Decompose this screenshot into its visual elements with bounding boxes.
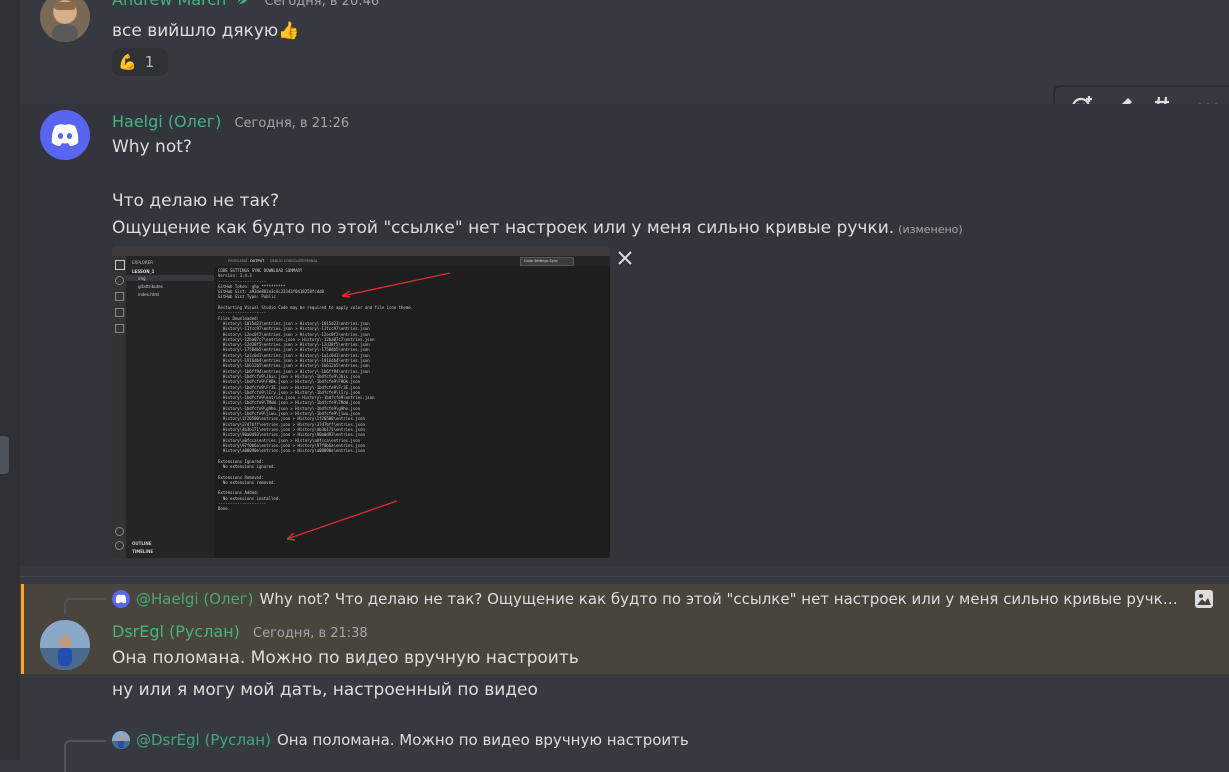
author-name[interactable]: Haelgi (Олег) xyxy=(112,112,221,131)
message-line: Ощущение как будто по этой "ссылке" нет … xyxy=(112,218,895,238)
reply-text: Why not? Что делаю не так? Ощущение как … xyxy=(259,590,1178,608)
author-name[interactable]: DsrEgl (Руслан) xyxy=(112,622,240,641)
divider xyxy=(20,576,1229,577)
reply-spine xyxy=(64,740,106,772)
leaf-icon xyxy=(235,0,251,11)
discord-logo-icon xyxy=(51,124,79,146)
image-attachment[interactable]: EXPLORER LESSON_1 img gitattributes inde… xyxy=(112,246,610,558)
message-line: Что делаю не так? xyxy=(112,191,280,211)
timestamp: Сегодня, в 20:46 xyxy=(264,0,380,9)
reply-reference[interactable]: @DsrEgl (Руслан) Она поломана. Можно по … xyxy=(112,731,689,749)
reaction-chip[interactable]: 💪 1 xyxy=(112,48,168,76)
mention-highlight-bar xyxy=(21,584,24,674)
reply-text: Она поломана. Можно по видео вручную нас… xyxy=(276,731,689,749)
author-name[interactable]: Andrew March xyxy=(112,0,226,9)
message-text: ну или я могу мой дать, настроенный по в… xyxy=(112,680,538,700)
avatar[interactable] xyxy=(40,620,90,670)
avatar[interactable] xyxy=(40,110,90,160)
message-dsregl: @Haelgi (Олег) Why not? Что делаю не так… xyxy=(20,584,1229,674)
reaction-emoji: 💪 xyxy=(118,53,137,71)
message-line: Why not? xyxy=(112,137,192,157)
message-andrew: Andrew March Сегодня, в 20:46 все вийшло… xyxy=(20,0,1229,90)
reaction-count: 1 xyxy=(144,53,155,71)
reply-spine xyxy=(64,598,106,614)
left-gutter xyxy=(0,0,20,760)
avatar[interactable] xyxy=(40,0,90,42)
avatar xyxy=(112,731,130,749)
avatar-photo-icon xyxy=(52,1,78,42)
edited-label: (изменено) xyxy=(898,223,963,236)
discord-logo-icon xyxy=(112,590,130,608)
avatar-photo-icon xyxy=(112,736,130,749)
message-text: все вийшло дякую👍 xyxy=(112,21,300,41)
annotation-arrows xyxy=(286,272,451,541)
reply-mention[interactable]: @DsrEgl (Руслан) xyxy=(136,731,271,749)
reply-mention[interactable]: @Haelgi (Олег) xyxy=(136,590,254,608)
scrollbar-thumb[interactable] xyxy=(0,436,9,474)
image-icon xyxy=(1194,589,1214,609)
timestamp: Сегодня, в 21:38 xyxy=(253,626,368,641)
timestamp: Сегодня, в 21:26 xyxy=(234,116,350,131)
chat-area: Andrew March Сегодня, в 20:46 все вийшло… xyxy=(20,0,1229,772)
close-icon[interactable] xyxy=(618,250,632,269)
avatar-photo-icon xyxy=(40,620,90,670)
message-text: Она поломана. Можно по видео вручную нас… xyxy=(112,648,579,668)
reply-reference[interactable]: @Haelgi (Олег) Why not? Что делаю не так… xyxy=(112,589,1214,609)
